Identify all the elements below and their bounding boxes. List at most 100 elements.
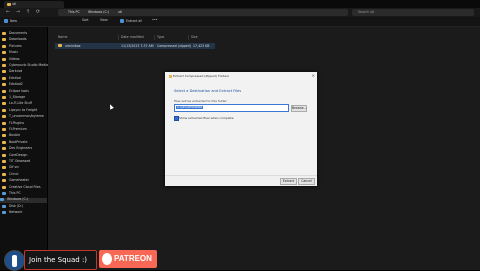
title-bar: uti — □ ✕ (0, 0, 480, 17)
breadcrumb-item[interactable]: This PC (68, 10, 80, 14)
folder-icon (2, 57, 6, 61)
folder-icon (2, 64, 6, 67)
folder-icon (2, 96, 6, 99)
column-header-name[interactable]: Name (58, 35, 67, 39)
navigation-pane: Documents Downloads Pictures Music Videos Cyb… (0, 27, 49, 270)
dialog-footer: Extract Cancel (165, 175, 317, 186)
column-header-type[interactable]: Type (157, 35, 164, 39)
folder-icon (2, 134, 6, 138)
breadcrumb-item[interactable]: Windows (C:) (88, 10, 109, 14)
folder-icon (2, 83, 6, 87)
search-placeholder: Search uti (358, 10, 375, 14)
sidebar-item-label: Windows (C:) (7, 197, 29, 202)
cancel-button[interactable]: Cancel (298, 178, 315, 185)
creator-overlay: Join the Squad :) PATREON (0, 247, 162, 271)
sidebar-item-label: Gameheater (9, 178, 29, 183)
destination-path-input[interactable]: C:\uti\uiminibox (174, 104, 289, 112)
avatar (4, 250, 25, 271)
folder-icon (0, 198, 4, 202)
folder-icon (2, 140, 6, 144)
sidebar-item-label: Darkcod (9, 69, 23, 74)
extract-button[interactable]: Extract (280, 178, 297, 185)
file-date: 11/13/2023 7:37 AM (121, 44, 154, 48)
folder-icon (2, 204, 6, 208)
sidebar-item-label: BootPrivate (9, 139, 28, 144)
sidebar-item-label: Cricut (9, 171, 19, 176)
search-input[interactable]: Search uti (352, 9, 474, 16)
sidebar-item-label: TIT Obsessed (9, 159, 31, 163)
browse-button[interactable]: Browse... (291, 105, 307, 112)
sidebar-item-label: FLPlugins (9, 120, 25, 125)
address-bar: ← → ↑ ⟳ This PC Windows (C:) uti Search … (0, 8, 480, 17)
folder-icon (2, 128, 6, 131)
patreon-logo-icon (102, 253, 112, 265)
column-separator[interactable] (188, 35, 189, 40)
sidebar-item-label: Lo-Fi-Lite Stuff (9, 101, 32, 106)
folder-icon (2, 38, 6, 42)
sort-button[interactable]: Sort (82, 18, 89, 24)
sidebar-item-label: Documents (9, 31, 28, 35)
forward-button[interactable]: → (14, 9, 22, 16)
column-separator[interactable] (118, 35, 119, 40)
sidebar-item-label: Edstiod (9, 75, 21, 80)
column-separator[interactable] (154, 35, 155, 40)
breadcrumb[interactable]: This PC Windows (C:) uti (58, 9, 348, 16)
folder-icon (2, 153, 6, 157)
patreon-text: PATREON (114, 254, 152, 263)
extract-dialog: Extract Compressed (Zipped) Folders ✕ Se… (165, 72, 317, 186)
sidebar-item-label: Downloads (9, 37, 27, 42)
folder-icon (2, 70, 6, 74)
folder-icon (2, 32, 6, 35)
folder-icon (2, 121, 6, 125)
sidebar-item-label: Videos (9, 56, 20, 61)
join-squad-banner[interactable]: Join the Squad :) (24, 250, 97, 270)
column-header-size[interactable]: Size (191, 35, 198, 39)
folder-icon (7, 3, 11, 6)
command-bar: New Sort View Extract all ••• (0, 17, 480, 27)
up-button[interactable]: ↑ (24, 9, 32, 16)
extract-all-button[interactable]: Extract all (120, 19, 142, 24)
file-type: Compressed (zipped) (157, 44, 191, 48)
tab-label: uti (12, 2, 17, 6)
column-header-date[interactable]: Date modified (121, 35, 144, 39)
view-button[interactable]: View (100, 18, 108, 24)
sidebar-item-label: FLPremium (9, 127, 27, 131)
sidebar-item-label: Cyberpunk Studio Media (9, 63, 49, 67)
folder-icon (2, 179, 6, 183)
sidebar-item-label: Disk (D:) (9, 203, 23, 208)
sidebar-item-label: Creative Cloud Files (9, 184, 41, 189)
sidebar-item-label: Pictures (9, 43, 22, 48)
show-files-label: Show extracted files when complete (179, 116, 234, 120)
destination-label: Files will be extracted to this folder: (174, 99, 228, 103)
folder-icon (2, 147, 6, 151)
dialog-close-button[interactable]: ✕ (312, 73, 315, 78)
sidebar-item-label: CoreDesign (9, 152, 28, 157)
folder-icon (2, 51, 6, 55)
folder-icon (2, 108, 6, 112)
patreon-banner[interactable]: PATREON (99, 250, 157, 268)
breadcrumb-item[interactable]: uti (118, 10, 122, 14)
folder-icon (2, 115, 6, 119)
extract-icon (120, 19, 124, 23)
refresh-button[interactable]: ⟳ (34, 9, 42, 16)
zip-folder-icon (169, 74, 172, 78)
more-button[interactable]: ••• (152, 18, 158, 24)
sidebar-item-label: 1_Storage (9, 95, 26, 99)
table-row[interactable]: uiminibox 11/13/2023 7:37 AM Compressed … (55, 43, 215, 49)
back-button[interactable]: ← (4, 9, 12, 16)
folder-icon (2, 89, 6, 93)
sidebar-item-label: Dev Engineers (9, 146, 33, 151)
dialog-title: Extract Compressed (Zipped) Folders (169, 74, 229, 78)
sidebar-item[interactable]: Windows (C:) (0, 197, 47, 204)
explorer-tab[interactable]: uti (4, 1, 64, 8)
zip-folder-icon (58, 44, 62, 47)
new-icon (4, 19, 8, 23)
sidebar-item-label: This PC (9, 191, 21, 195)
sidebar-item-label: Lipsync to Freight (9, 107, 38, 112)
sidebar-item-label: Edstiod2 (9, 82, 23, 87)
folder-icon (2, 211, 6, 215)
new-button[interactable]: New (4, 19, 17, 24)
sidebar-item-label: Network (9, 210, 23, 215)
sidebar-item-label: Eclipse tools (9, 88, 29, 93)
file-name: uiminibox (65, 44, 81, 48)
